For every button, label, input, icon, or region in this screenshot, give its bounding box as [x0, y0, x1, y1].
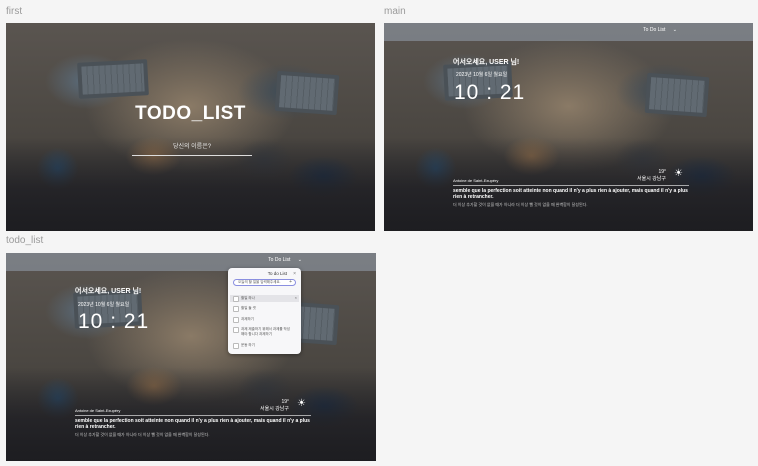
- quote-author: Antoine de Saint-Exupéry: [453, 178, 499, 183]
- todo-item-text: 과제 제출하기 위해서 과제를 작성해야 합니다 과제하기: [241, 327, 290, 336]
- todo-panel: To do List × 오늘의 할 일을 입력해주세요. + 할일 하나 × …: [228, 268, 301, 354]
- todo-checkbox[interactable]: [233, 306, 239, 312]
- todo-item-text: 할일 하나: [241, 296, 255, 300]
- todo-checkbox[interactable]: [233, 317, 239, 323]
- todo-list-button[interactable]: To Do List ⌄: [643, 27, 677, 33]
- todo-item-text: 운동 하기: [241, 343, 255, 347]
- frame-label-todo-list: todo_list: [6, 235, 44, 246]
- close-icon[interactable]: ×: [293, 271, 296, 277]
- todo-item[interactable]: 할일 둘 셋: [230, 305, 299, 312]
- quote-author: Antoine de Saint-Exupéry: [75, 408, 121, 413]
- laptop-image: [644, 72, 710, 118]
- location: 서울시 강남구: [637, 176, 666, 182]
- frame-label-first: first: [6, 6, 23, 17]
- greeting: 어서오세요, USER 님!: [75, 288, 142, 295]
- laptop-image: [77, 59, 149, 99]
- todo-input[interactable]: 오늘의 할 일을 입력해주세요. +: [233, 279, 296, 286]
- todo-item[interactable]: 과제하기: [230, 316, 299, 323]
- greeting: 어서오세요, USER 님!: [453, 59, 520, 66]
- clock: 10 : 21: [454, 81, 526, 104]
- quote-text: semble que la perfection soit atteinte n…: [75, 418, 310, 430]
- todo-item[interactable]: 과제 제출하기 위해서 과제를 작성해야 합니다 과제하기: [230, 326, 299, 338]
- location: 서울시 강남구: [260, 406, 289, 412]
- todo-checkbox[interactable]: [233, 343, 239, 349]
- sun-icon: ☀: [297, 398, 306, 409]
- add-icon[interactable]: +: [289, 280, 292, 285]
- name-input[interactable]: [132, 139, 252, 156]
- first-screen: TODO_LIST: [6, 23, 375, 231]
- todo-list-button[interactable]: To Do List ⌄: [268, 257, 302, 263]
- quote-divider: [453, 185, 689, 186]
- quote-translation: 더 이상 추가할 것이 없을 때가 아니라 더 이상 뺄 것이 없을 때 완벽함…: [453, 202, 588, 207]
- chevron-down-icon: ⌄: [297, 257, 302, 263]
- todo-input-placeholder: 오늘의 할 일을 입력해주세요.: [238, 280, 281, 284]
- sun-icon: ☀: [674, 168, 683, 179]
- todo-item[interactable]: 운동 하기: [230, 342, 299, 349]
- weather-info: 19° 서울시 강남구: [260, 399, 289, 412]
- date-text: 2023년 10월 6일 월요일: [78, 302, 130, 308]
- todo-checkbox[interactable]: [233, 296, 239, 302]
- todo-item[interactable]: 할일 하나 ×: [230, 295, 299, 302]
- todo-item-text: 할일 둘 셋: [241, 306, 256, 310]
- weather-info: 19° 서울시 강남구: [637, 169, 666, 182]
- top-bar: [6, 253, 376, 271]
- todo-checkbox[interactable]: [233, 327, 239, 333]
- app-title: TODO_LIST: [135, 103, 246, 124]
- todo-list-button-label: To Do List: [643, 27, 666, 33]
- todo-list-screen: To Do List ⌄ 어서오세요, USER 님! 2023년 10월 6일…: [6, 253, 376, 461]
- date-text: 2023년 10월 6일 월요일: [456, 72, 508, 78]
- clock: 10 : 21: [78, 310, 150, 333]
- delete-icon[interactable]: ×: [295, 295, 297, 300]
- todo-panel-title: To do List: [267, 271, 287, 276]
- quote-text: semble que la perfection soit atteinte n…: [453, 188, 688, 200]
- quote-divider: [75, 415, 311, 416]
- chevron-down-icon: ⌄: [672, 27, 677, 33]
- todo-item-text: 과제하기: [241, 317, 254, 321]
- todo-list-button-label: To Do List: [268, 257, 291, 263]
- frame-label-main: main: [384, 6, 406, 17]
- main-screen: To Do List ⌄ 어서오세요, USER 님! 2023년 10월 6일…: [384, 23, 753, 231]
- top-bar: [384, 23, 753, 41]
- quote-translation: 더 이상 추가할 것이 없을 때가 아니라 더 이상 뺄 것이 없을 때 완벽함…: [75, 432, 210, 437]
